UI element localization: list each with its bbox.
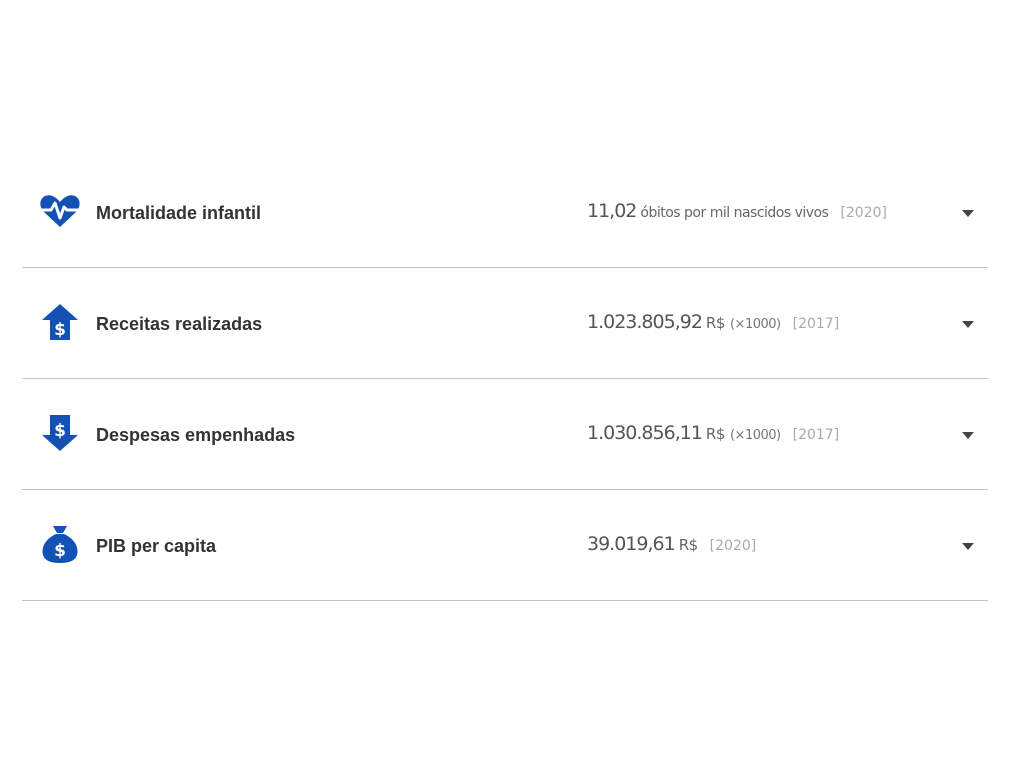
heart-pulse-icon (38, 191, 82, 231)
value-number: 1.030.856,11 (587, 422, 703, 444)
indicator-row-despesas-empenhadas[interactable]: $ Despesas empenhadas 1.030.856,11 R$ (×1… (22, 379, 988, 490)
value-unit: R$ (678, 536, 698, 554)
value-unit: R$ (705, 314, 725, 332)
indicator-row-receitas-realizadas[interactable]: $ Receitas realizadas 1.023.805,92 R$ (×1… (22, 268, 988, 379)
chevron-down-icon[interactable] (960, 429, 976, 441)
value-year: [2020] (709, 538, 757, 554)
indicator-name: PIB per capita (96, 536, 217, 556)
indicator-row-mortalidade-infantil[interactable]: Mortalidade infantil 11,02 óbitos por mil… (22, 157, 988, 268)
value-year: [2017] (792, 316, 840, 332)
svg-text:$: $ (54, 320, 66, 340)
svg-text:$: $ (54, 421, 66, 441)
indicator-row-pib-per-capita[interactable]: $ PIB per capita 39.019,61 R$ [2020] (22, 490, 988, 601)
value-unit: óbitos por mil nascidos vivos (640, 205, 829, 221)
indicator-list: Mortalidade infantil 11,02 óbitos por mil… (22, 157, 988, 601)
value-number: 11,02 (587, 200, 637, 222)
indicator-value: 1.023.805,92 R$ (×1000) [2017] (587, 311, 839, 333)
chevron-down-icon[interactable] (960, 540, 976, 552)
chevron-down-icon[interactable] (960, 207, 976, 219)
value-year: [2017] (792, 427, 840, 443)
indicator-name: Receitas realizadas (96, 314, 263, 334)
indicator-name: Despesas empenhadas (96, 425, 296, 445)
indicator-value: 11,02 óbitos por mil nascidos vivos [2020] (587, 200, 887, 222)
value-multiplier: (×1000) (729, 428, 781, 443)
indicator-value: 39.019,61 R$ [2020] (587, 533, 756, 555)
value-year: [2020] (840, 205, 887, 221)
value-multiplier: (×1000) (729, 317, 781, 332)
value-unit: R$ (705, 425, 725, 443)
value-number: 1.023.805,92 (587, 311, 703, 333)
indicator-name: Mortalidade infantil (96, 203, 262, 223)
svg-text:$: $ (54, 541, 66, 561)
indicator-value: 1.030.856,11 R$ (×1000) [2017] (587, 422, 839, 444)
revenue-up-arrow-dollar-icon: $ (38, 302, 82, 342)
chevron-down-icon[interactable] (960, 318, 976, 330)
expense-down-arrow-dollar-icon: $ (38, 413, 82, 453)
money-bag-icon: $ (38, 524, 82, 564)
value-number: 39.019,61 (587, 533, 676, 555)
